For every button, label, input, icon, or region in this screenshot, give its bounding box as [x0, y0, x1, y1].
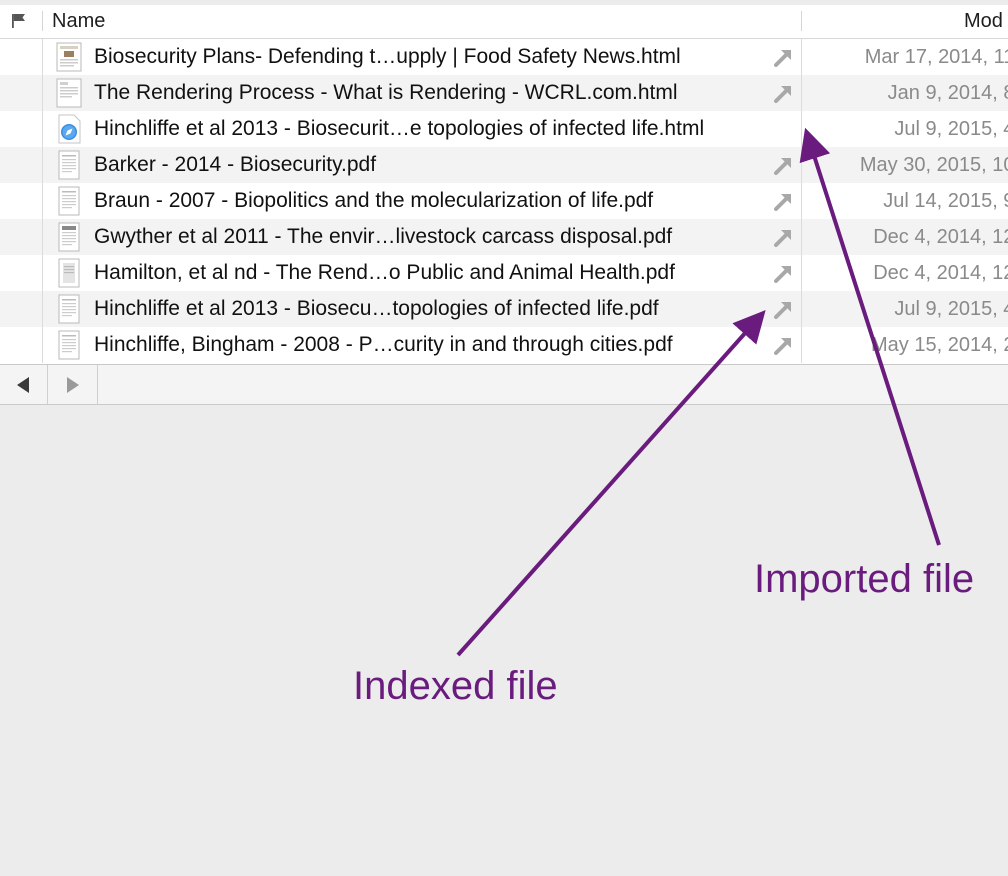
back-button[interactable]: [0, 365, 48, 404]
header-separator[interactable]: [801, 11, 802, 31]
pdf-document-icon: [58, 258, 80, 288]
indexed-alias-arrow-icon: [774, 86, 791, 103]
indexed-alias-arrow-icon: [774, 50, 791, 67]
column-separator: [42, 327, 43, 363]
column-separator: [801, 75, 802, 111]
pdf-document-icon: [58, 222, 80, 252]
table-row[interactable]: Biosecurity Plans- Defending t…upply | F…: [0, 39, 1008, 75]
column-separator: [42, 147, 43, 183]
column-header-name[interactable]: Name: [52, 9, 105, 33]
table-row[interactable]: Hamilton, et al nd - The Rend…o Public a…: [0, 255, 1008, 291]
file-name: Barker - 2014 - Biosecurity.pdf: [94, 153, 377, 176]
forward-arrow-icon: [67, 377, 79, 393]
file-table: Name Mod Biosecurity Plans- Defending t……: [0, 5, 1008, 364]
column-separator: [801, 327, 802, 363]
header-separator[interactable]: [42, 11, 43, 31]
safari-html-icon: [58, 114, 81, 144]
back-arrow-icon: [17, 377, 29, 393]
modified-date: Jul 9, 2015, 4:: [894, 298, 1008, 320]
column-separator: [42, 39, 43, 75]
indexed-alias-arrow-icon: [774, 194, 791, 211]
modified-date: May 15, 2014, 2:: [871, 334, 1008, 356]
pdf-document-icon: [58, 294, 80, 324]
indexed-file-label: Indexed file: [353, 664, 558, 708]
indexed-alias-arrow-icon: [774, 302, 791, 319]
flag-icon[interactable]: [10, 12, 28, 30]
column-separator: [42, 75, 43, 111]
html-thumbnail-icon: [56, 42, 82, 72]
modified-date: Jul 9, 2015, 4:: [894, 118, 1008, 140]
nav-separator: [97, 365, 98, 404]
column-separator: [801, 147, 802, 183]
forward-button[interactable]: [48, 365, 96, 404]
imported-file-label: Imported file: [754, 557, 975, 601]
table-row[interactable]: Braun - 2007 - Biopolitics and the molec…: [0, 183, 1008, 219]
html-thumbnail-icon: [56, 78, 82, 108]
modified-date: Dec 4, 2014, 12:: [873, 226, 1008, 248]
navigation-bar: [0, 364, 1008, 405]
table-row[interactable]: Hinchliffe et al 2013 - Biosecu…topologi…: [0, 291, 1008, 327]
indexed-alias-arrow-icon: [774, 158, 791, 175]
file-name: Hinchliffe et al 2013 - Biosecu…topologi…: [94, 297, 659, 320]
file-name: Braun - 2007 - Biopolitics and the molec…: [94, 189, 654, 212]
column-separator: [42, 219, 43, 255]
column-separator: [801, 39, 802, 75]
table-row[interactable]: Hinchliffe et al 2013 - Biosecurit…e top…: [0, 111, 1008, 147]
file-name: The Rendering Process - What is Renderin…: [94, 81, 678, 104]
column-separator: [801, 291, 802, 327]
modified-date: Dec 4, 2014, 12:: [873, 262, 1008, 284]
file-name: Hinchliffe et al 2013 - Biosecurit…e top…: [94, 117, 705, 140]
table-header: Name Mod: [0, 5, 1008, 39]
indexed-alias-arrow-icon: [774, 338, 791, 355]
table-row[interactable]: Hinchliffe, Bingham - 2008 - P…curity in…: [0, 327, 1008, 363]
column-separator: [42, 111, 43, 147]
indexed-alias-arrow-icon: [774, 230, 791, 247]
modified-date: Jul 14, 2015, 9:: [883, 190, 1008, 212]
pdf-document-icon: [58, 186, 80, 216]
file-name: Biosecurity Plans- Defending t…upply | F…: [94, 45, 681, 68]
pdf-document-icon: [58, 150, 80, 180]
table-row[interactable]: The Rendering Process - What is Renderin…: [0, 75, 1008, 111]
modified-date: May 30, 2015, 10:: [859, 154, 1008, 176]
pdf-document-icon: [58, 330, 80, 360]
indexed-alias-arrow-icon: [774, 266, 791, 283]
file-name: Hamilton, et al nd - The Rend…o Public a…: [94, 261, 675, 284]
modified-date: Jan 9, 2014, 8:: [887, 82, 1008, 104]
file-list: Biosecurity Plans- Defending t…upply | F…: [0, 39, 1008, 363]
column-separator: [42, 291, 43, 327]
column-separator: [801, 111, 802, 147]
table-row[interactable]: Gwyther et al 2011 - The envir…livestock…: [0, 219, 1008, 255]
column-separator: [42, 183, 43, 219]
modified-date: Mar 17, 2014, 11:: [864, 46, 1008, 68]
file-name: Hinchliffe, Bingham - 2008 - P…curity in…: [94, 333, 673, 356]
column-separator: [801, 219, 802, 255]
column-header-modified[interactable]: Mod: [964, 9, 1003, 33]
column-separator: [801, 255, 802, 291]
table-row[interactable]: Barker - 2014 - Biosecurity.pdf May 30, …: [0, 147, 1008, 183]
file-name: Gwyther et al 2011 - The envir…livestock…: [94, 225, 673, 248]
column-separator: [801, 183, 802, 219]
column-separator: [42, 255, 43, 291]
